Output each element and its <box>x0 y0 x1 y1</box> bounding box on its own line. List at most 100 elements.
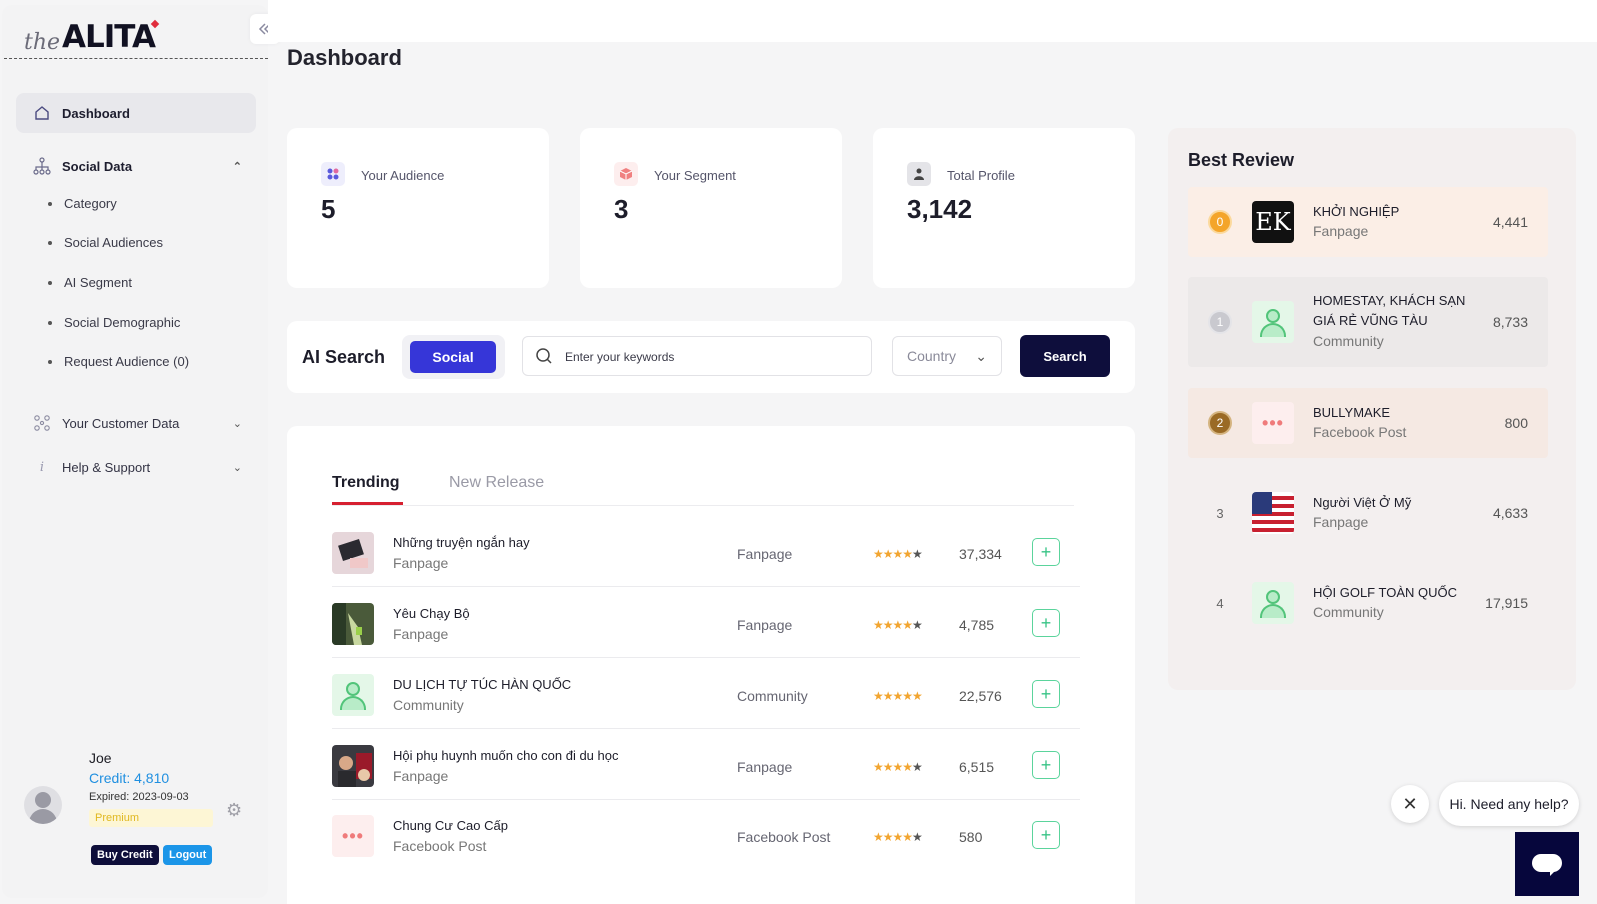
stat-value: 3 <box>614 194 629 224</box>
stat-value: 3,142 <box>907 194 973 224</box>
review-subtitle: Community <box>1313 333 1384 349</box>
tab-new-release[interactable]: New Release <box>449 474 544 492</box>
cube-icon <box>614 162 638 186</box>
rating-stars: ★★★★★ <box>873 618 923 632</box>
review-name: HOMESTAY, KHÁCH SẠN GIÁ RẺ VŨNG TÀU <box>1313 293 1466 328</box>
add-button[interactable]: + <box>1032 680 1060 708</box>
ai-search-panel: AI Search Social Country ⌄ Search <box>287 321 1135 393</box>
nav-your-customer-data[interactable]: Your Customer Data ⌄ <box>16 403 256 443</box>
review-item[interactable]: 3 Người Việt Ở Mỹ Fanpage 4,633 <box>1188 478 1548 548</box>
review-name: KHỞI NGHIỆP <box>1313 204 1400 219</box>
row-count: 37,334 <box>959 546 1002 562</box>
review-count: 4,441 <box>1492 214 1528 230</box>
buy-credit-button[interactable]: Buy Credit <box>91 845 159 865</box>
review-subtitle: Fanpage <box>1313 514 1369 530</box>
rank-number: 4 <box>1216 595 1224 611</box>
rating-stars: ★★★★★ <box>873 547 923 561</box>
page-thumbnail <box>332 532 374 574</box>
page-thumbnail: EK <box>1252 201 1294 243</box>
close-chat-button[interactable]: ✕ <box>1391 785 1429 823</box>
best-review-panel: Best Review 0 EK KHỞI NGHIỆP Fanpage 4,4… <box>1168 128 1576 690</box>
nodes-icon <box>32 413 52 433</box>
nav-dashboard[interactable]: Dashboard <box>16 93 256 133</box>
ai-search-title: AI Search <box>302 347 386 367</box>
review-item[interactable]: 1 HOMESTAY, KHÁCH SẠN GIÁ RẺ VŨNG TÀU Co… <box>1188 277 1548 367</box>
table-row[interactable]: ••• Chung Cư Cao Cấp Facebook Post Faceb… <box>332 800 1080 870</box>
user-expired: Expired: 2023-09-03 <box>89 791 189 803</box>
table-row[interactable]: DU LỊCH TỰ TÚC HÀN QUỐC Community Commun… <box>332 659 1080 729</box>
add-button[interactable]: + <box>1032 538 1060 566</box>
rating-stars: ★★★★★ <box>873 689 923 703</box>
logo-divider <box>4 58 268 59</box>
nav-social-data[interactable]: Social Data ⌃ <box>16 146 256 186</box>
tab-trending[interactable]: Trending <box>332 474 400 492</box>
us-flag-thumbnail <box>1252 492 1294 534</box>
review-item[interactable]: 4 HỘI GOLF TOÀN QUỐC Community 17,915 <box>1188 568 1548 638</box>
chat-launcher-button[interactable] <box>1515 832 1579 896</box>
row-count: 4,785 <box>959 617 995 633</box>
review-item[interactable]: 0 EK KHỞI NGHIỆP Fanpage 4,441 <box>1188 187 1548 257</box>
review-count: 8,733 <box>1492 314 1528 330</box>
review-count: 800 <box>1504 415 1528 431</box>
review-subtitle: Community <box>1313 604 1384 620</box>
nav-help-support-label: Help & Support <box>62 459 151 475</box>
review-name: BULLYMAKE <box>1313 405 1391 420</box>
sub-item-social-audiences[interactable]: Social Audiences <box>48 235 163 250</box>
sidebar: the ALITA Dashboard Social Data ⌃ Catego… <box>2 5 268 898</box>
social-mode-button[interactable]: Social <box>410 341 496 373</box>
sub-item-category[interactable]: Category <box>48 196 117 211</box>
keyword-search-box[interactable] <box>522 336 872 376</box>
row-name: Những truyện ngắn hay <box>393 535 530 550</box>
search-button[interactable]: Search <box>1020 335 1110 377</box>
stat-card-segment[interactable]: Your Segment 3 <box>580 128 842 288</box>
add-button[interactable]: + <box>1032 751 1060 779</box>
rank-badge: 1 <box>1208 310 1232 334</box>
row-subtitle: Fanpage <box>393 555 449 571</box>
group-icon <box>1252 301 1294 343</box>
avatar[interactable] <box>24 786 62 824</box>
add-button[interactable]: + <box>1032 821 1060 849</box>
more-dots-icon: ••• <box>1252 402 1294 444</box>
nav-your-customer-data-label: Your Customer Data <box>62 415 180 431</box>
plus-icon: + <box>1040 683 1052 704</box>
review-item[interactable]: 2 ••• BULLYMAKE Facebook Post 800 <box>1188 388 1548 458</box>
info-icon: i <box>39 459 45 475</box>
chevron-down-icon: ⌄ <box>975 348 987 364</box>
sub-item-social-demographic[interactable]: Social Demographic <box>48 315 180 330</box>
review-name: Người Việt Ở Mỹ <box>1313 495 1412 510</box>
logout-button[interactable]: Logout <box>163 845 213 865</box>
nav-dashboard-label: Dashboard <box>62 105 130 121</box>
gear-icon[interactable]: ⚙ <box>226 800 242 821</box>
review-subtitle: Facebook Post <box>1313 424 1407 440</box>
country-select[interactable]: Country ⌄ <box>892 336 1002 376</box>
plan-badge: Premium <box>89 809 213 827</box>
user-profile: Joe Credit: 4,810 Expired: 2023-09-03 Pr… <box>22 750 252 875</box>
row-count: 6,515 <box>959 759 995 775</box>
page-thumbnail <box>332 745 374 787</box>
stat-label: Your Audience <box>361 168 445 183</box>
table-row[interactable]: Hội phụ huynh muốn cho con đi du học Fan… <box>332 730 1080 800</box>
group-icon <box>332 674 374 716</box>
plus-icon: + <box>1040 824 1052 845</box>
stat-card-total-profile[interactable]: Total Profile 3,142 <box>873 128 1135 288</box>
row-type: Fanpage <box>737 759 793 775</box>
mode-switch: Social <box>402 335 505 379</box>
stat-card-audience[interactable]: Your Audience 5 <box>287 128 549 288</box>
keyword-input[interactable] <box>565 346 855 368</box>
sub-item-request-audience[interactable]: Request Audience (0) <box>48 354 189 369</box>
chat-greeting[interactable]: Hi. Need any help? <box>1439 782 1579 826</box>
row-subtitle: Fanpage <box>393 626 449 642</box>
chevron-down-icon: ⌄ <box>232 461 242 474</box>
add-button[interactable]: + <box>1032 609 1060 637</box>
sub-item-ai-segment[interactable]: AI Segment <box>48 275 132 290</box>
hierarchy-icon <box>32 156 52 176</box>
app-logo[interactable]: the ALITA <box>24 15 156 55</box>
row-name: Hội phụ huynh muốn cho con đi du học <box>393 748 619 763</box>
tab-divider <box>332 505 1074 506</box>
plus-icon: + <box>1040 612 1052 633</box>
table-row[interactable]: Yêu Chạy Bộ Fanpage Fanpage ★★★★★ 4,785 … <box>332 588 1080 658</box>
nav-help-support[interactable]: i Help & Support ⌄ <box>16 447 256 487</box>
chat-icon <box>1532 854 1562 876</box>
country-select-value: Country <box>907 348 957 364</box>
table-row[interactable]: Những truyện ngắn hay Fanpage Fanpage ★★… <box>332 517 1080 587</box>
